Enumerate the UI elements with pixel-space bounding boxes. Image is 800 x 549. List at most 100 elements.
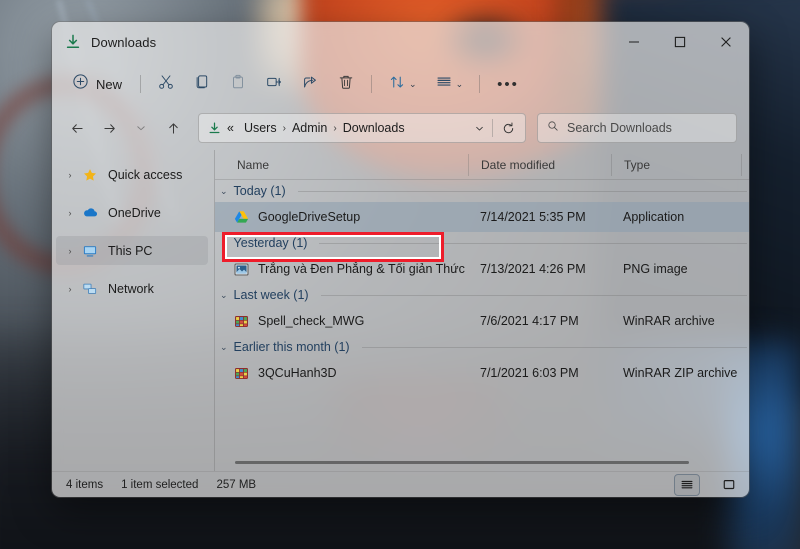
- scrollbar-thumb[interactable]: [235, 461, 689, 464]
- refresh-button[interactable]: [493, 114, 523, 142]
- copy-button[interactable]: [184, 68, 220, 100]
- file-list-pane: Name Date modified Type ⌄ Today (1): [214, 150, 749, 471]
- chevron-right-icon[interactable]: ›: [60, 170, 80, 180]
- details-view-button[interactable]: [675, 475, 699, 495]
- large-icons-view-button[interactable]: [717, 475, 741, 495]
- chevron-right-icon[interactable]: ›: [60, 284, 80, 294]
- sidebar-item-onedrive[interactable]: › OneDrive: [56, 198, 208, 227]
- delete-button[interactable]: [328, 68, 364, 100]
- more-options-button[interactable]: •••: [487, 68, 529, 100]
- column-header-name[interactable]: Name: [215, 154, 468, 176]
- png-image-icon: [233, 261, 250, 278]
- sidebar-item-label: OneDrive: [108, 206, 161, 220]
- column-header-type[interactable]: Type: [611, 154, 741, 176]
- file-type-cell: PNG image: [611, 262, 741, 276]
- winrar-icon: [233, 365, 250, 382]
- file-name-text: Trắng và Đen Phẳng & Tối giản Thức ăn ..…: [258, 262, 468, 276]
- breadcrumb-admin[interactable]: Admin: [287, 121, 332, 135]
- forward-button[interactable]: [94, 113, 124, 143]
- star-icon: [80, 167, 100, 183]
- sidebar-item-label: Network: [108, 282, 154, 296]
- table-row[interactable]: Trắng và Đen Phẳng & Tối giản Thức ăn ..…: [215, 254, 749, 284]
- group-header-last-week[interactable]: ⌄ Last week (1): [215, 284, 749, 306]
- sidebar-item-network[interactable]: › Network: [56, 274, 208, 303]
- chevron-down-icon: ⌄: [456, 79, 464, 90]
- chevron-down-icon[interactable]: ⌄: [220, 238, 228, 249]
- column-header-size[interactable]: [741, 154, 749, 176]
- chevron-down-icon: ⌄: [409, 79, 417, 90]
- network-icon: [80, 281, 100, 297]
- close-button[interactable]: [703, 22, 749, 62]
- file-name-text: GoogleDriveSetup: [258, 210, 360, 224]
- chevron-down-icon[interactable]: ⌄: [220, 186, 228, 197]
- view-button[interactable]: ⌄: [426, 68, 473, 100]
- file-date-cell: 7/1/2021 6:03 PM: [468, 366, 611, 380]
- share-icon: [301, 73, 319, 96]
- file-name-cell: Trắng và Đen Phẳng & Tối giản Thức ăn ..…: [215, 261, 468, 278]
- column-header-date-modified[interactable]: Date modified: [468, 154, 611, 176]
- file-date-cell: 7/6/2021 4:17 PM: [468, 314, 611, 328]
- group-header-today[interactable]: ⌄ Today (1): [215, 180, 749, 202]
- table-row[interactable]: GoogleDriveSetup 7/14/2021 5:35 PM Appli…: [215, 202, 749, 232]
- navigation-pane: › Quick access › OneDrive ›: [52, 150, 214, 471]
- search-icon: [546, 119, 560, 138]
- chevron-down-icon[interactable]: ⌄: [220, 342, 228, 353]
- paste-icon: [229, 73, 247, 96]
- chevron-down-icon[interactable]: ⌄: [220, 290, 228, 301]
- file-explorer-window: Downloads New: [52, 22, 749, 497]
- search-input[interactable]: Search Downloads: [537, 113, 737, 143]
- view-list-icon: [435, 73, 453, 96]
- group-header-earlier-this-month[interactable]: ⌄ Earlier this month (1): [215, 336, 749, 358]
- file-date-cell: 7/14/2021 5:35 PM: [468, 210, 611, 224]
- google-drive-icon: [233, 209, 250, 226]
- file-name-text: Spell_check_MWG: [258, 314, 364, 328]
- scrollbar-track[interactable]: [225, 461, 741, 464]
- share-button[interactable]: [292, 68, 328, 100]
- chevron-right-icon[interactable]: ›: [60, 246, 80, 256]
- new-button[interactable]: New: [64, 68, 133, 100]
- winrar-icon: [233, 313, 250, 330]
- rename-icon: [265, 73, 283, 96]
- maximize-button[interactable]: [657, 22, 703, 62]
- sidebar-item-this-pc[interactable]: › This PC: [56, 236, 208, 265]
- address-dropdown-button[interactable]: [466, 114, 492, 142]
- window-title: Downloads: [91, 35, 156, 50]
- paste-button[interactable]: [220, 68, 256, 100]
- group-header-label: Today (1): [234, 184, 286, 198]
- status-size: 257 MB: [216, 479, 256, 491]
- file-date-cell: 7/13/2021 4:26 PM: [468, 262, 611, 276]
- group-divider: [362, 347, 747, 348]
- address-bar[interactable]: « Users › Admin › Downloads: [198, 113, 526, 143]
- up-button[interactable]: [158, 113, 188, 143]
- plus-circle-icon: [72, 73, 89, 95]
- cloud-icon: [80, 204, 100, 221]
- cut-button[interactable]: [148, 68, 184, 100]
- sidebar-item-label: This PC: [108, 244, 152, 258]
- trash-icon: [337, 73, 355, 96]
- title-bar: Downloads: [52, 22, 749, 62]
- command-bar-separator-2: [371, 75, 372, 93]
- back-button[interactable]: [62, 113, 92, 143]
- horizontal-scrollbar[interactable]: [215, 453, 749, 471]
- breadcrumb-downloads[interactable]: Downloads: [338, 121, 410, 135]
- sidebar-item-quick-access[interactable]: › Quick access: [56, 160, 208, 189]
- sidebar-item-label: Quick access: [108, 168, 182, 182]
- rename-button[interactable]: [256, 68, 292, 100]
- group-header-label: Earlier this month (1): [234, 340, 350, 354]
- chevron-right-icon[interactable]: ›: [60, 208, 80, 218]
- group-divider: [321, 295, 747, 296]
- minimize-button[interactable]: [611, 22, 657, 62]
- table-row[interactable]: Spell_check_MWG 7/6/2021 4:17 PM WinRAR …: [215, 306, 749, 336]
- file-rows-container: ⌄ Today (1) GoogleDriveSetup: [215, 180, 749, 453]
- breadcrumb-overflow[interactable]: «: [222, 121, 239, 135]
- recent-locations-button[interactable]: [126, 113, 156, 143]
- command-bar: New: [52, 62, 749, 106]
- breadcrumb-users[interactable]: Users: [239, 121, 282, 135]
- group-divider: [319, 243, 747, 244]
- table-row[interactable]: 3QCuHanh3D 7/1/2021 6:03 PM WinRAR ZIP a…: [215, 358, 749, 388]
- column-header-row: Name Date modified Type: [215, 150, 749, 180]
- sort-button[interactable]: ⌄: [379, 68, 426, 100]
- window-body: › Quick access › OneDrive ›: [52, 150, 749, 471]
- group-header-yesterday[interactable]: ⌄ Yesterday (1): [215, 232, 749, 254]
- file-name-cell: GoogleDriveSetup: [215, 209, 468, 226]
